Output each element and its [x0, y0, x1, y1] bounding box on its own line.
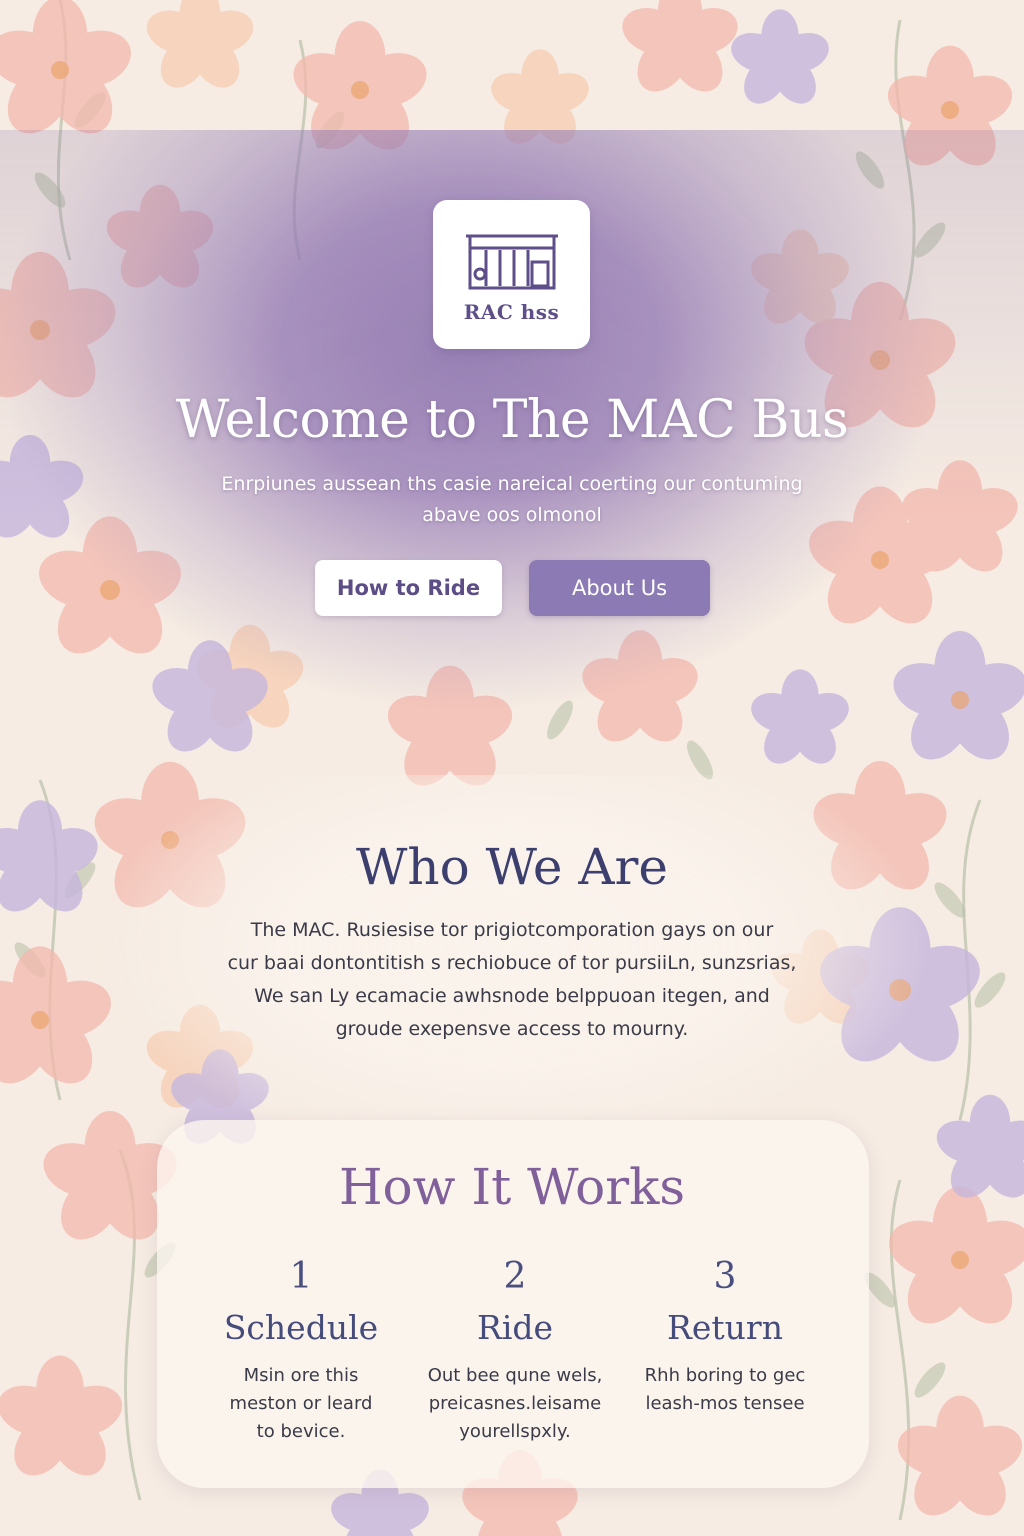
logo[interactable]: RAC hss: [433, 200, 590, 349]
logo-text: RAC hss: [463, 300, 560, 324]
step-description: Out bee qune wels, preicasnes.leisame yo…: [415, 1362, 615, 1446]
step-number: 2: [503, 1256, 527, 1297]
building-icon: [466, 234, 558, 290]
step-title: Schedule: [223, 1308, 379, 1347]
hero-subtitle-line-2: abave oos olmonol: [422, 504, 602, 526]
step-schedule: 1 Schedule Msin ore this meston or leard…: [201, 1256, 401, 1446]
step-description: Msin ore this meston or leard to bevice.: [201, 1362, 401, 1446]
step-title: Ride: [476, 1308, 554, 1347]
who-we-are-title: Who We Are: [356, 838, 668, 896]
how-to-ride-button[interactable]: How to Ride: [315, 560, 502, 616]
step-return: 3 Return Rhh boring to gec leash-mos ten…: [625, 1256, 825, 1418]
step-description: Rhh boring to gec leash-mos tensee: [625, 1362, 825, 1418]
who-line: groude exepensve access to mourny.: [335, 1018, 689, 1040]
who-line: The MAC. Rusiesise tor prigiotcomporatio…: [250, 919, 774, 941]
how-it-works-title: How It Works: [338, 1158, 686, 1216]
about-us-button[interactable]: About Us: [529, 560, 710, 616]
step-desc-line: Msin ore this: [243, 1365, 359, 1386]
step-title: Return: [667, 1308, 783, 1347]
step-desc-line: Rhh boring to gec: [644, 1365, 806, 1386]
step-desc-line: preicasnes.leisame: [428, 1393, 602, 1414]
hero-subtitle: Enrpiunes aussean ths casie nareical coe…: [212, 469, 812, 531]
step-desc-line: meston or leard: [229, 1393, 373, 1414]
step-ride: 2 Ride Out bee qune wels, preicasnes.lei…: [415, 1256, 615, 1446]
hero-title: Welcome to The MAC Bus: [175, 390, 849, 450]
who-line: We san Ly ecamacie awhsnode belppuoan it…: [254, 985, 770, 1007]
step-desc-line: to bevice.: [256, 1421, 346, 1442]
step-desc-line: Out bee qune wels,: [427, 1365, 603, 1386]
step-number: 1: [289, 1256, 313, 1297]
who-we-are-text: The MAC. Rusiesise tor prigiotcomporatio…: [202, 914, 822, 1046]
hero-subtitle-line-1: Enrpiunes aussean ths casie nareical coe…: [221, 473, 803, 495]
step-desc-line: leash-mos tensee: [645, 1393, 805, 1414]
who-line: cur baai dontontitish s rechiobuce of to…: [227, 952, 797, 974]
step-number: 3: [713, 1256, 737, 1297]
step-desc-line: yourellspxly.: [459, 1421, 571, 1442]
